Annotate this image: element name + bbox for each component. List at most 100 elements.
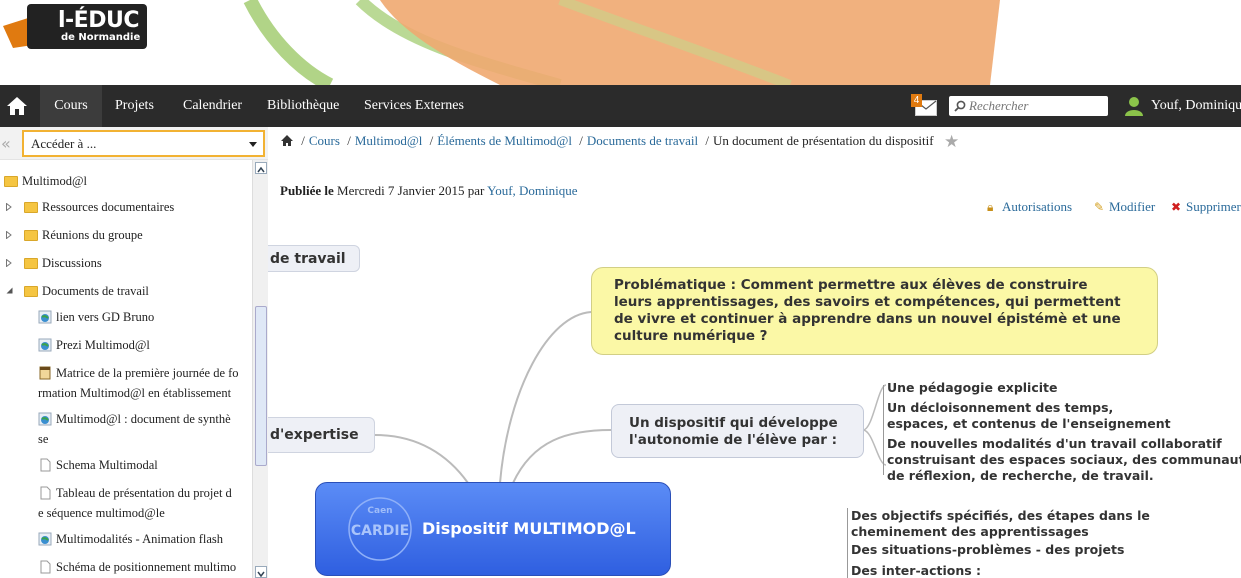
scroll-down-button[interactable]	[255, 566, 267, 578]
item-line: espaces, et contenus de l'enseignement	[887, 416, 1171, 431]
sidebar-scrollbar[interactable]	[252, 160, 268, 578]
expand-arrow-icon[interactable]	[6, 259, 12, 267]
edit-button[interactable]: ✎ Modifier	[1094, 199, 1155, 215]
collapse-arrow-icon[interactable]	[6, 287, 13, 294]
sidebar: « Accéder à ... Multimod@l Ressources do…	[0, 127, 268, 578]
site-logo[interactable]: l-ÉDUC de Normandie	[3, 4, 147, 49]
collapse-sidebar-icon[interactable]: «	[1, 134, 11, 153]
book-icon	[39, 366, 51, 380]
nav-projets[interactable]: Projets	[115, 85, 154, 127]
tree-doc-matrice[interactable]: Matrice de la première journée de fo rma…	[38, 363, 252, 403]
autonomy-item-1[interactable]: Une pédagogie explicite	[887, 380, 1058, 396]
scroll-thumb[interactable]	[255, 306, 267, 466]
item-line: Des objectifs spécifiés, des étapes dans…	[851, 508, 1150, 523]
doc-label-line2: se	[38, 432, 49, 446]
branch-line	[847, 508, 848, 578]
main-navbar: Cours Projets Calendrier Bibliothèque Se…	[0, 85, 1241, 127]
breadcrumb: / Cours / Multimod@l / Éléments de Multimod…	[280, 133, 934, 155]
tree-doc-positionnement[interactable]: Schéma de positionnement multimo	[38, 557, 252, 577]
favorite-star-icon[interactable]: ★	[944, 132, 959, 152]
search-box[interactable]	[949, 96, 1109, 116]
problem-line: Problématique : Comment permettre aux él…	[614, 277, 1088, 293]
tree-folder-documents[interactable]: Documents de travail	[6, 280, 149, 302]
home-icon	[7, 97, 27, 115]
lower-item-1[interactable]: Des objectifs spécifiés, des étapes dans…	[851, 508, 1150, 540]
folder-icon	[24, 201, 38, 213]
acceder-value: Accéder à ...	[31, 136, 97, 151]
logo-subtext: de Normandie	[61, 32, 141, 43]
tree-folder-discussions[interactable]: Discussions	[6, 252, 102, 274]
expand-arrow-icon[interactable]	[6, 203, 12, 211]
cardie-logo-top: Caen	[367, 506, 392, 516]
author-link[interactable]: Youf, Dominique	[487, 183, 577, 198]
node-expertise[interactable]: d'expertise	[268, 417, 375, 453]
globe-icon	[38, 532, 52, 546]
nav-services-externes[interactable]: Services Externes	[364, 85, 464, 127]
expand-arrow-icon[interactable]	[6, 231, 12, 239]
published-label: Publiée le	[280, 183, 334, 198]
delete-button[interactable]: ✖ Supprimer	[1171, 199, 1241, 215]
mindmap-canvas: de travail d'expertise Problématique : C…	[268, 240, 1241, 578]
tree-folder-reunions[interactable]: Réunions du groupe	[6, 224, 143, 246]
tree-folder-ressources[interactable]: Ressources documentaires	[6, 196, 174, 218]
node-de-travail[interactable]: de travail	[268, 245, 360, 272]
publication-info: Publiée le Mercredi 7 Janvier 2015 par Y…	[280, 183, 578, 199]
nav-cours[interactable]: Cours	[40, 85, 102, 127]
problem-line: leurs apprentissages, des savoirs et com…	[614, 294, 1121, 310]
acceder-select[interactable]: Accéder à ...	[22, 130, 265, 157]
page-icon	[40, 486, 51, 500]
node-central-label: Dispositif MULTIMOD@L	[422, 519, 636, 538]
doc-label-line2: rmation Multimod@l en établissement	[38, 386, 232, 400]
lower-item-3[interactable]: Des inter-actions :	[851, 563, 981, 578]
doc-label: Schema Multimodal	[56, 458, 158, 472]
home-button[interactable]	[0, 85, 34, 127]
item-line: Des inter-actions :	[851, 563, 982, 578]
tree-doc-animation[interactable]: Multimodalités - Animation flash	[38, 529, 252, 549]
problem-line: culture numérique ?	[614, 328, 768, 344]
lower-item-2[interactable]: Des situations-problèmes - des projets	[851, 542, 1124, 558]
item-line: Une pédagogie explicite	[887, 380, 1058, 395]
autonomy-item-3[interactable]: De nouvelles modalités d'un travail coll…	[887, 436, 1241, 484]
branch-line	[883, 385, 884, 475]
doc-label: Multimodalités - Animation flash	[56, 532, 223, 546]
node-autonomie[interactable]: Un dispositif qui développe l'autonomie …	[611, 404, 864, 458]
node-problematique[interactable]: Problématique : Comment permettre aux él…	[591, 267, 1158, 355]
autonomy-line: l'autonomie de l'élève par :	[629, 432, 838, 448]
tree-doc-tableau[interactable]: Tableau de présentation du projet d e sé…	[38, 483, 252, 523]
edit-label: Modifier	[1109, 199, 1156, 214]
tree-doc-prezi[interactable]: Prezi Multimod@l	[38, 335, 252, 355]
tree-doc-synthese[interactable]: Multimod@l : document de synthè se	[38, 409, 252, 449]
breadcrumb-cours[interactable]: Cours	[309, 133, 340, 148]
breadcrumb-elements[interactable]: Éléments de Multimod@l	[437, 133, 572, 148]
breadcrumb-multimodal[interactable]: Multimod@l	[355, 133, 423, 148]
nav-calendrier[interactable]: Calendrier	[183, 85, 242, 127]
doc-label-line1: Tableau de présentation du projet d	[56, 486, 232, 500]
item-line: De nouvelles modalités d'un travail coll…	[887, 436, 1222, 451]
tree-doc-schema[interactable]: Schema Multimodal	[38, 455, 252, 475]
search-input[interactable]	[969, 96, 1109, 116]
globe-icon	[38, 310, 52, 324]
published-by: par	[467, 183, 485, 198]
breadcrumb-documents[interactable]: Documents de travail	[587, 133, 698, 148]
messages-button[interactable]: 4	[911, 94, 937, 118]
banner-decoration	[243, 0, 1000, 85]
chevron-down-icon	[249, 142, 257, 147]
chevron-down-icon	[257, 571, 265, 578]
delete-x-icon: ✖	[1171, 200, 1182, 214]
delete-label: Supprimer	[1186, 199, 1241, 214]
globe-icon	[38, 412, 52, 426]
node-de-travail-label: de travail	[270, 251, 346, 267]
tree-doc-lien-gd-bruno[interactable]: lien vers GD Bruno	[38, 307, 252, 327]
nav-bibliotheque[interactable]: Bibliothèque	[267, 85, 339, 127]
node-expertise-label: d'expertise	[270, 427, 359, 443]
node-central[interactable]: Caen CARDIE Dispositif MULTIMOD@L	[315, 482, 671, 576]
tree-root-label: Multimod@l	[22, 174, 87, 188]
folder-icon	[24, 285, 38, 297]
permissions-button[interactable]: 🔒︎ Autorisations	[987, 199, 1072, 215]
scroll-up-button[interactable]	[255, 162, 267, 174]
autonomy-item-2[interactable]: Un décloisonnement des temps, espaces, e…	[887, 400, 1171, 432]
home-icon[interactable]	[280, 134, 294, 147]
tree-root[interactable]: Multimod@l	[4, 170, 87, 192]
folder-label: Réunions du groupe	[42, 228, 143, 242]
folder-icon	[4, 175, 18, 187]
